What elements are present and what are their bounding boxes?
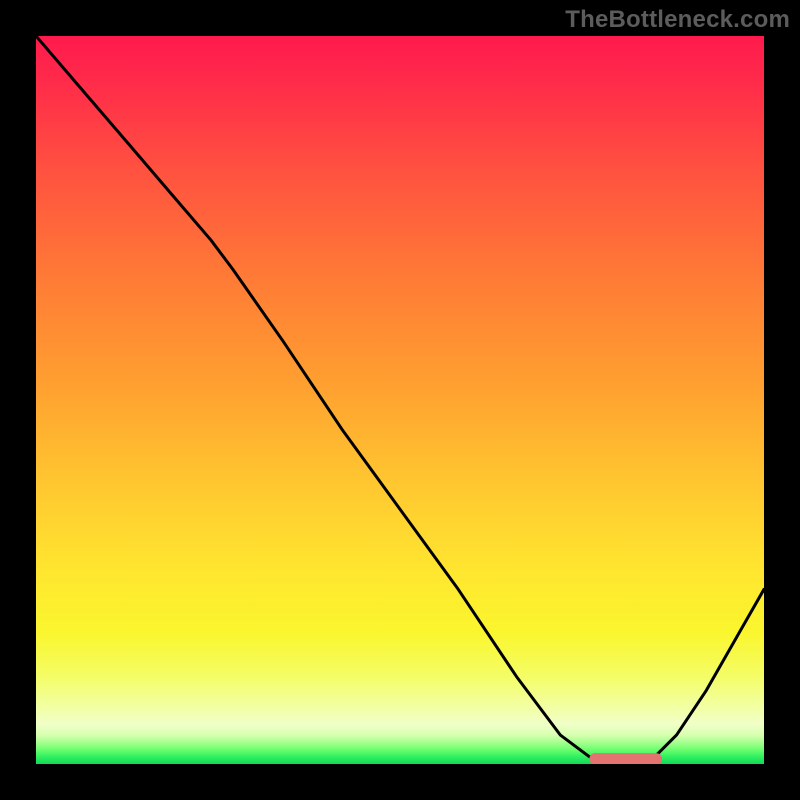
bottleneck-curve xyxy=(36,36,764,764)
chart-frame: TheBottleneck.com xyxy=(0,0,800,800)
plot-area xyxy=(36,36,764,764)
optimal-zone-marker xyxy=(589,753,662,764)
watermark-text: TheBottleneck.com xyxy=(565,6,790,34)
curve-layer xyxy=(36,36,764,764)
